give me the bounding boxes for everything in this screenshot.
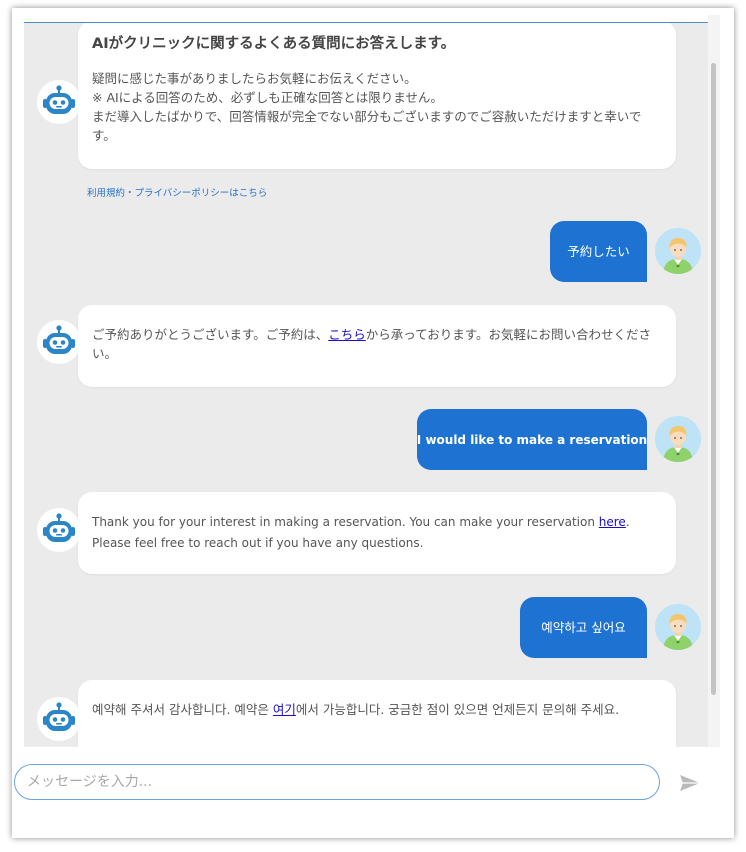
- bot-avatar: [37, 80, 81, 124]
- bot-avatar: [37, 320, 81, 364]
- welcome-line: 疑問に感じた事がありましたらお気軽にお伝えください。: [92, 71, 417, 86]
- person-icon: [655, 604, 701, 650]
- scrollbar-thumb[interactable]: [711, 63, 716, 695]
- bot-message-text: 예약해 주셔서 감사합니다. 예약은 여기에서 가능합니다. 궁금한 점이 있으…: [92, 702, 620, 717]
- person-icon: [655, 228, 701, 274]
- send-button[interactable]: [676, 769, 704, 797]
- user-message: 예약하고 싶어요: [520, 597, 647, 658]
- bot-message-welcome: AIがクリニックに関するよくある質問にお答えします。 疑問に感じた事がありました…: [78, 23, 676, 169]
- bot-message: ご予約ありがとうございます。ご予約は、こちらから承っております。お気軽にお問い合…: [78, 305, 676, 387]
- chat-messages-area[interactable]: AIがクリニックに関するよくある質問にお答えします。 疑問に感じた事がありました…: [24, 23, 720, 755]
- bot-message-text: Thank you for your interest in making a …: [92, 515, 630, 550]
- user-avatar: [655, 416, 701, 462]
- reservation-link[interactable]: 여기: [273, 702, 296, 717]
- user-avatar: [655, 228, 701, 274]
- reservation-link[interactable]: here: [599, 515, 626, 529]
- bot-message: Thank you for your interest in making a …: [78, 492, 676, 574]
- user-message: I would like to make a reservation: [417, 409, 647, 470]
- robot-icon: [37, 508, 81, 552]
- paper-plane-icon: [680, 775, 700, 791]
- welcome-line: まだ導入したばかりで、回答情報が完全でない部分もございますのでご容赦いただけます…: [92, 109, 642, 143]
- robot-icon: [37, 320, 81, 364]
- bot-message-text: ご予約ありがとうございます。ご予約は、こちらから承っております。お気軽にお問い合…: [92, 327, 652, 361]
- bot-avatar: [37, 697, 81, 741]
- message-input[interactable]: [14, 764, 660, 800]
- reservation-link[interactable]: こちら: [328, 327, 366, 342]
- bot-avatar: [37, 508, 81, 552]
- person-icon: [655, 416, 701, 462]
- user-message: 予約したい: [550, 221, 647, 282]
- terms-privacy-link[interactable]: 利用規約・プライバシーポリシーはこちら: [87, 185, 267, 199]
- chat-scrollbar[interactable]: [708, 15, 720, 747]
- welcome-title: AIがクリニックに関するよくある質問にお答えします。: [92, 36, 456, 52]
- user-avatar: [655, 604, 701, 650]
- robot-icon: [37, 80, 81, 124]
- message-input-bar: [12, 747, 720, 817]
- welcome-line: ※ AIによる回答のため、必ずしも正確な回答とは限りません。: [92, 90, 443, 105]
- bot-message: 예약해 주셔서 감사합니다. 예약은 여기에서 가능합니다. 궁금한 점이 있으…: [78, 680, 676, 755]
- robot-icon: [37, 697, 81, 741]
